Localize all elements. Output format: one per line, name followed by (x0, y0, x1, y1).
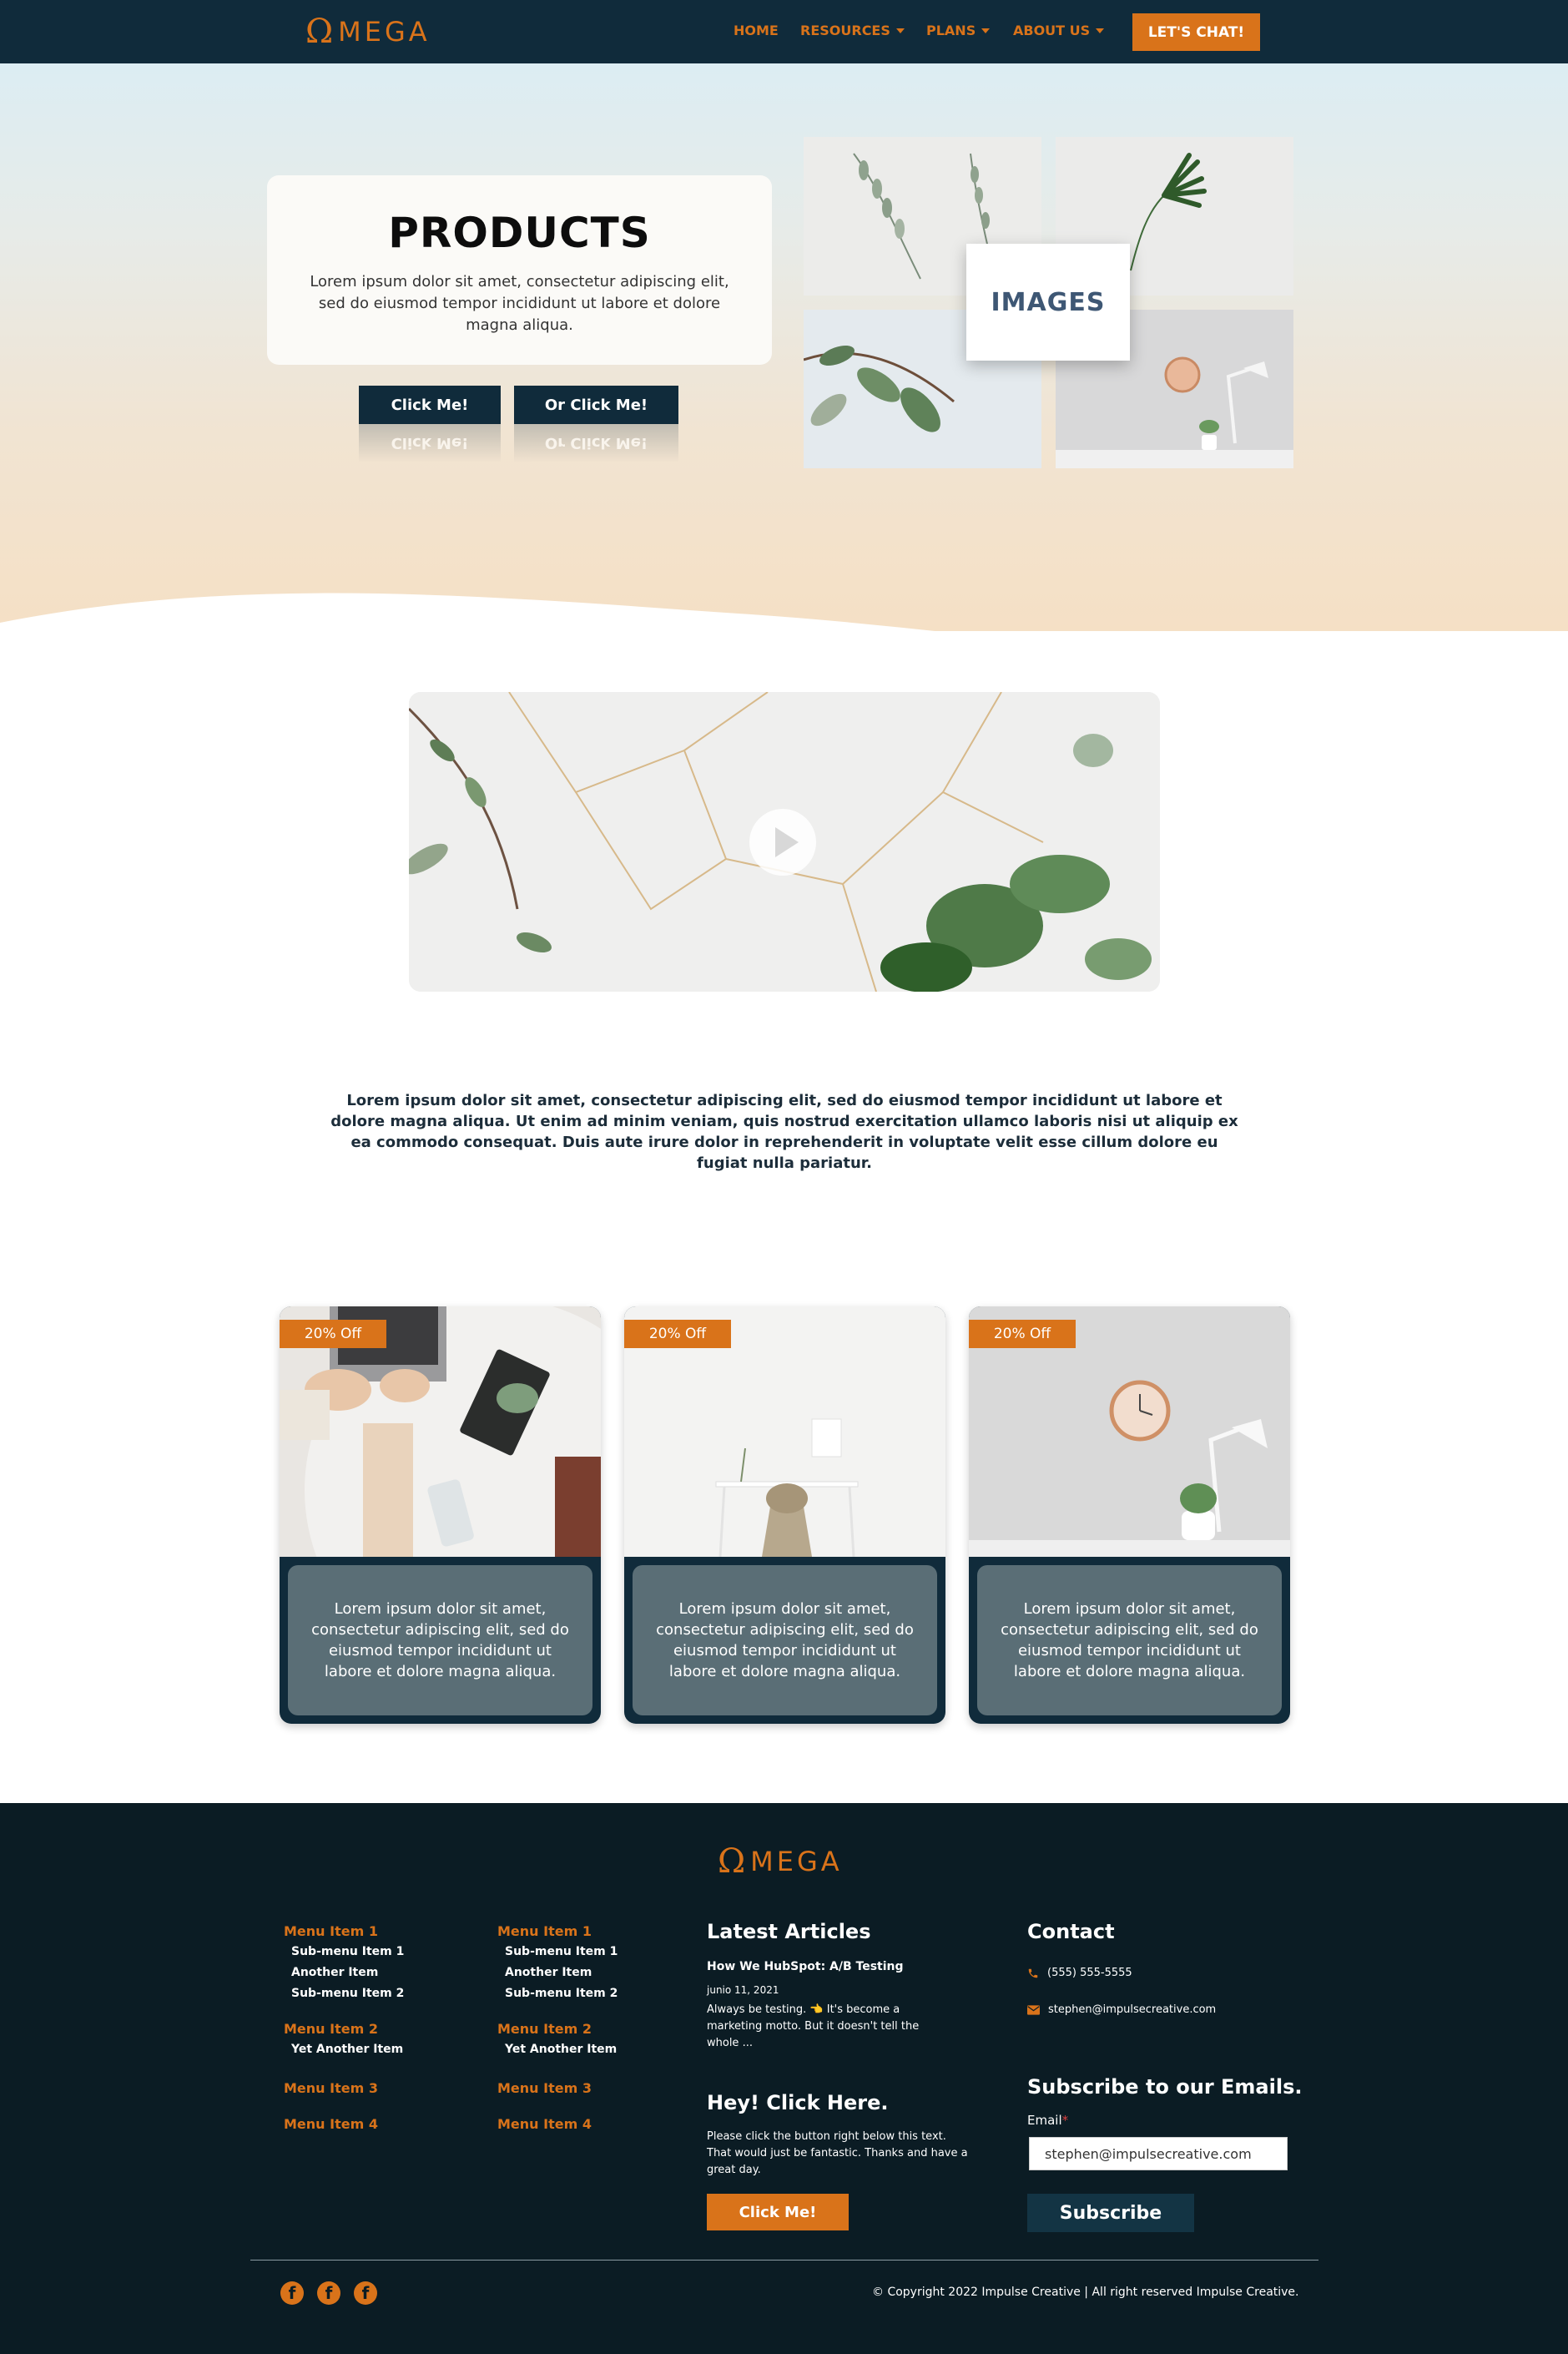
facebook-icon[interactable]: f (280, 2281, 304, 2305)
article-date: junio 11, 2021 (707, 1984, 779, 1996)
footer-submenu-item[interactable]: Sub-menu Item 1 (291, 1945, 404, 1958)
email-address: stephen@impulsecreative.com (1048, 2003, 1217, 2016)
card-description: Lorem ipsum dolor sit amet, consectetur … (633, 1565, 937, 1715)
footer-menu-item-2[interactable]: Menu Item 2 (284, 2021, 378, 2037)
lets-chat-button[interactable]: LET'S CHAT! (1132, 13, 1260, 51)
copyright-text: © Copyright 2022 Impulse Creative | All … (872, 2286, 1299, 2299)
subscribe-button[interactable]: Subscribe (1027, 2194, 1194, 2232)
or-click-me-reflection: Or Click Me! (514, 424, 678, 462)
images-label: IMAGES (966, 244, 1130, 361)
phone-number: (555) 555-5555 (1047, 1967, 1132, 1979)
play-icon[interactable] (749, 809, 816, 876)
discount-badge: 20% Off (624, 1320, 731, 1348)
top-navigation: Ω MEGA HOME RESOURCES PLANS ABOUT US LET… (0, 0, 1568, 63)
product-card[interactable]: 20% Off Lorem ipsum dolor sit amet, cons… (280, 1306, 601, 1724)
facebook-icon[interactable]: f (354, 2281, 377, 2305)
nav-item-resources[interactable]: RESOURCES (800, 23, 905, 38)
desk-chair-image: 20% Off (624, 1306, 945, 1557)
latest-articles-heading: Latest Articles (707, 1920, 871, 1943)
footer-submenu-item[interactable]: Sub-menu Item 2 (505, 1987, 618, 2000)
omega-logo-icon: Ω (718, 1842, 746, 1881)
nav-item-label: HOME (734, 23, 779, 38)
site-logo[interactable]: Ω MEGA (305, 10, 431, 53)
footer-menu-item-1[interactable]: Menu Item 1 (284, 1923, 378, 1939)
email-label-text: Email (1027, 2113, 1062, 2128)
hey-click-heading: Hey! Click Here. (707, 2091, 889, 2114)
subscribe-heading: Subscribe to our Emails. (1027, 2075, 1303, 2099)
nav-item-label: RESOURCES (800, 23, 890, 38)
card-description: Lorem ipsum dolor sit amet, consectetur … (288, 1565, 592, 1715)
nav-item-label: ABOUT US (1013, 23, 1091, 38)
site-footer: Ω MEGA (0, 1803, 1568, 2354)
footer-submenu-item[interactable]: Sub-menu Item 2 (291, 1987, 404, 2000)
footer-submenu-item[interactable]: Yet Another Item (291, 2043, 403, 2056)
footer-menu-item-1[interactable]: Menu Item 1 (497, 1923, 592, 1939)
phone-icon (1028, 1968, 1038, 1978)
discount-badge: 20% Off (280, 1320, 386, 1348)
chevron-down-icon (981, 28, 991, 33)
footer-menu-item-4[interactable]: Menu Item 4 (284, 2116, 378, 2132)
footer-menu-item-3[interactable]: Menu Item 3 (497, 2080, 592, 2096)
footer-menu-item-3[interactable]: Menu Item 3 (284, 2080, 378, 2096)
discount-badge: 20% Off (969, 1320, 1076, 1348)
required-mark: * (1061, 2113, 1069, 2128)
footer-menu-item-2[interactable]: Menu Item 2 (497, 2021, 592, 2037)
hero-section (0, 63, 1568, 698)
contact-heading: Contact (1027, 1920, 1115, 1943)
intro-paragraph: Lorem ipsum dolor sit amet, consectetur … (330, 1092, 1238, 1172)
article-excerpt: Always be testing. 👈 It's become a marke… (707, 2003, 920, 2049)
contact-email[interactable]: stephen@impulsecreative.com (1027, 2002, 1216, 2018)
footer-menu-item-4[interactable]: Menu Item 4 (497, 2116, 592, 2132)
nav-item-home[interactable]: HOME (734, 23, 779, 38)
hero-description: Lorem ipsum dolor sit amet, consectetur … (310, 273, 729, 334)
contact-phone[interactable]: (555) 555-5555 (1027, 1965, 1132, 1982)
footer-submenu-item[interactable]: Another Item (505, 1966, 592, 1979)
products-card: PRODUCTS Lorem ipsum dolor sit amet, con… (267, 175, 772, 365)
desk-clock-image: 20% Off (969, 1306, 1290, 1557)
card-description: Lorem ipsum dolor sit amet, consectetur … (977, 1565, 1282, 1715)
footer-divider (250, 2260, 1318, 2261)
chevron-down-icon (1096, 28, 1105, 33)
page-title: PRODUCTS (388, 209, 651, 257)
wave-divider (0, 593, 1568, 698)
product-card[interactable]: 20% Off Lorem ipsum dolor sit amet, cons… (969, 1306, 1290, 1724)
product-card[interactable]: 20% Off Lorem ipsum dolor sit amet, cons… (624, 1306, 945, 1724)
click-me-button[interactable]: Click Me! (359, 386, 501, 424)
logo-text: MEGA (750, 1846, 843, 1877)
email-label: Email* (1027, 2112, 1068, 2129)
footer-submenu-item[interactable]: Another Item (291, 1966, 378, 1979)
video-player[interactable] (409, 692, 1160, 992)
or-click-me-button[interactable]: Or Click Me! (514, 386, 678, 424)
laptop-image: 20% Off (280, 1306, 601, 1557)
nav-item-about-us[interactable]: ABOUT US (1013, 23, 1105, 38)
footer-logo[interactable]: Ω MEGA (718, 1845, 843, 1878)
hey-click-text: Please click the button right below this… (707, 2130, 968, 2176)
footer-submenu-item[interactable]: Sub-menu Item 1 (505, 1945, 618, 1958)
logo-text: MEGA (338, 16, 431, 48)
footer-click-me-button[interactable]: Click Me! (707, 2194, 849, 2230)
nav-item-label: PLANS (926, 23, 976, 38)
nav-item-plans[interactable]: PLANS (926, 23, 991, 38)
omega-logo-icon: Ω (305, 13, 334, 51)
click-me-reflection: Click Me! (359, 424, 501, 462)
email-field[interactable]: stephen@impulsecreative.com (1029, 2137, 1288, 2170)
chevron-down-icon (895, 28, 905, 33)
footer-submenu-item[interactable]: Yet Another Item (505, 2043, 617, 2056)
article-title-link[interactable]: How We HubSpot: A/B Testing (707, 1958, 904, 1975)
envelope-icon (1027, 2005, 1040, 2015)
facebook-icon[interactable]: f (317, 2281, 340, 2305)
